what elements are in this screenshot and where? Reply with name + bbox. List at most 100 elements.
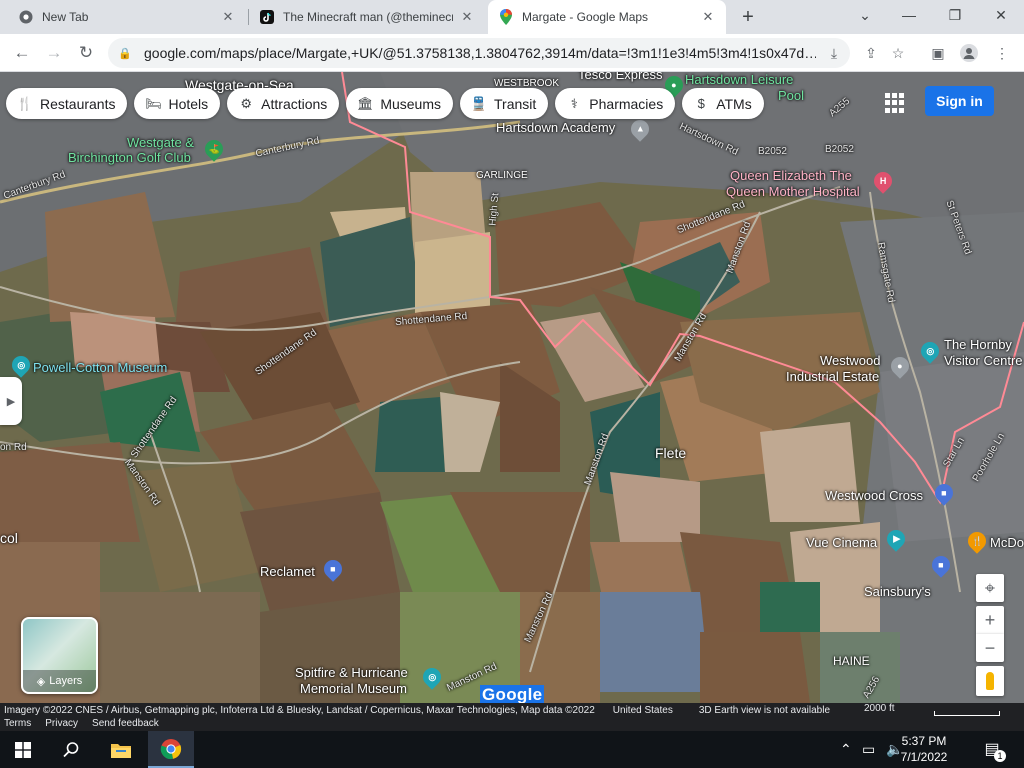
place-label[interactable]: Westwood Cross [825, 488, 923, 503]
poi-label[interactable]: Vue Cinema [806, 535, 877, 550]
transit-icon: 🚆 [470, 95, 488, 111]
forward-button[interactable]: → [40, 39, 68, 67]
place-label[interactable]: Flete [655, 445, 686, 461]
file-explorer-button[interactable] [98, 731, 144, 768]
tab-search-icon[interactable]: ⌄ [842, 0, 888, 30]
poi-label[interactable]: Queen Elizabeth The [730, 168, 852, 183]
search-icon [63, 741, 79, 757]
scale-label[interactable]: 2000 ft [864, 703, 895, 714]
museum-icon: 🏛 [357, 95, 374, 111]
show-hidden-icons-icon[interactable]: ⌃ [840, 741, 852, 758]
poi-label[interactable]: Sainsbury's [864, 584, 931, 599]
url-text[interactable]: google.com/maps/place/Margate,+UK/@51.37… [144, 45, 816, 61]
chrome-icon [18, 9, 34, 25]
terms-link[interactable]: Terms [4, 718, 31, 729]
chip-restaurants[interactable]: 🍴 Restaurants [6, 88, 128, 119]
poi-label[interactable]: Memorial Museum [300, 681, 407, 696]
close-tab-icon[interactable]: ✕ [220, 9, 236, 25]
country-label[interactable]: United States [613, 705, 673, 716]
road-label: on Rd [0, 442, 27, 453]
minimize-button[interactable]: — [886, 0, 932, 30]
layers-label: Layers [49, 675, 83, 687]
lock-icon[interactable]: 🔒 [118, 47, 132, 60]
chip-transit[interactable]: 🚆 Transit [460, 88, 549, 119]
chip-label: Attractions [261, 95, 328, 112]
poi-label[interactable]: Reclamet [260, 564, 315, 579]
layers-button[interactable]: ◈ Layers [21, 617, 98, 694]
layers-label-row: ◈ Layers [23, 670, 96, 692]
pegman-street-view-icon[interactable] [976, 666, 1004, 696]
place-label[interactable]: Westwood [820, 353, 880, 368]
google-logo: Google [480, 685, 545, 703]
chip-pharmacies[interactable]: ⚕ Pharmacies [555, 88, 676, 119]
send-feedback-link[interactable]: Send feedback [92, 718, 159, 729]
earth-view-note: 3D Earth view is not available [698, 704, 831, 716]
chip-label: Transit [494, 95, 537, 112]
install-app-icon[interactable]: ⤓ [825, 44, 843, 62]
close-window-button[interactable]: ✕ [978, 0, 1024, 30]
my-location-button[interactable]: ⌖ [976, 574, 1004, 602]
scale-bar[interactable] [934, 711, 1000, 716]
poi-label[interactable]: McDo [990, 535, 1024, 550]
google-apps-icon[interactable] [885, 93, 905, 113]
google-maps-icon [498, 9, 514, 25]
place-label[interactable]: GARLINGE [476, 170, 528, 181]
footer-row-attribution: Imagery ©2022 CNES / Airbus, Getmapping … [4, 703, 830, 717]
chip-attractions[interactable]: ⚙ Attractions [227, 88, 340, 119]
folder-icon [111, 743, 131, 758]
close-tab-icon[interactable]: ✕ [459, 9, 475, 25]
profile-avatar-icon[interactable] [960, 44, 978, 62]
search-button[interactable] [48, 731, 94, 768]
network-icon[interactable]: ▭ [862, 741, 875, 758]
tab-new-tab[interactable]: New Tab ✕ [8, 0, 246, 34]
side-panel-icon[interactable]: ▣ [929, 44, 947, 62]
restore-button[interactable]: ❐ [932, 0, 978, 30]
chrome-menu-icon[interactable]: ⋮ [993, 44, 1011, 62]
poi-label[interactable]: Westgate & [127, 135, 194, 150]
chip-label: Restaurants [40, 95, 116, 112]
chip-museums[interactable]: 🏛 Museums [346, 88, 453, 119]
poi-label[interactable]: Visitor Centre [944, 353, 1023, 368]
chip-hotels[interactable]: 🛏 Hotels [134, 88, 221, 119]
sign-in-button[interactable]: Sign in [925, 86, 994, 116]
bookmark-star-icon[interactable]: ☆ [889, 44, 907, 62]
chrome-icon [160, 738, 182, 759]
start-button[interactable] [0, 731, 46, 768]
map-canvas[interactable]: Westgate-on-Sea WESTBROOK Tesco Express … [0, 72, 1024, 703]
place-label[interactable]: col [0, 530, 18, 546]
close-tab-icon[interactable]: ✕ [700, 9, 716, 25]
tab-google-maps[interactable]: Margate - Google Maps ✕ [488, 0, 726, 34]
share-icon[interactable]: ⇪ [862, 44, 880, 62]
poi-label[interactable]: Birchington Golf Club [68, 150, 191, 165]
place-label[interactable]: Industrial Estate [786, 369, 879, 384]
clock-time: 5:37 PM [901, 734, 947, 748]
poi-label[interactable]: Pool [778, 88, 804, 103]
poi-label[interactable]: Tesco Express [578, 72, 663, 82]
pharmacy-icon: ⚕ [570, 95, 578, 111]
poi-label[interactable]: Spitfire & Hurricane [295, 665, 408, 680]
poi-label[interactable]: The Hornby [944, 337, 1012, 352]
poi-label[interactable]: Hartsdown Academy [496, 120, 615, 135]
back-button[interactable]: ← [8, 39, 36, 67]
privacy-link[interactable]: Privacy [45, 718, 78, 729]
tab-tiktok[interactable]: The Minecraft man (@theminecra… ✕ [249, 0, 485, 34]
chip-atms[interactable]: $ ATMs [682, 88, 764, 119]
zoom-out-button[interactable]: − [976, 634, 1004, 662]
hotel-icon: 🛏 [145, 95, 162, 111]
chip-label: Museums [380, 95, 441, 112]
place-label[interactable]: HAINE [833, 654, 870, 668]
zoom-in-button[interactable]: + [976, 606, 1004, 634]
layers-icon: ◈ [36, 675, 46, 688]
system-clock[interactable]: 5:37 PM 7/1/2022 [890, 733, 958, 765]
expand-side-panel-button[interactable]: ▶ [0, 377, 22, 425]
imagery-attribution[interactable]: Imagery ©2022 CNES / Airbus, Getmapping … [4, 705, 595, 716]
poi-label[interactable]: Queen Mother Hospital [726, 184, 860, 199]
address-bar[interactable]: 🔒 google.com/maps/place/Margate,+UK/@51.… [108, 38, 850, 68]
chrome-taskbar-button[interactable] [148, 731, 194, 768]
notifications-button[interactable]: ▤ 1 [980, 737, 1006, 762]
browser-toolbar: ← → ↻ 🔒 google.com/maps/place/Margate,+U… [0, 34, 1024, 72]
poi-label[interactable]: Powell-Cotton Museum [33, 360, 167, 375]
reload-button[interactable]: ↻ [72, 39, 100, 67]
new-tab-button[interactable]: + [736, 5, 760, 29]
poi-label[interactable]: Hartsdown Leisure [685, 72, 793, 87]
